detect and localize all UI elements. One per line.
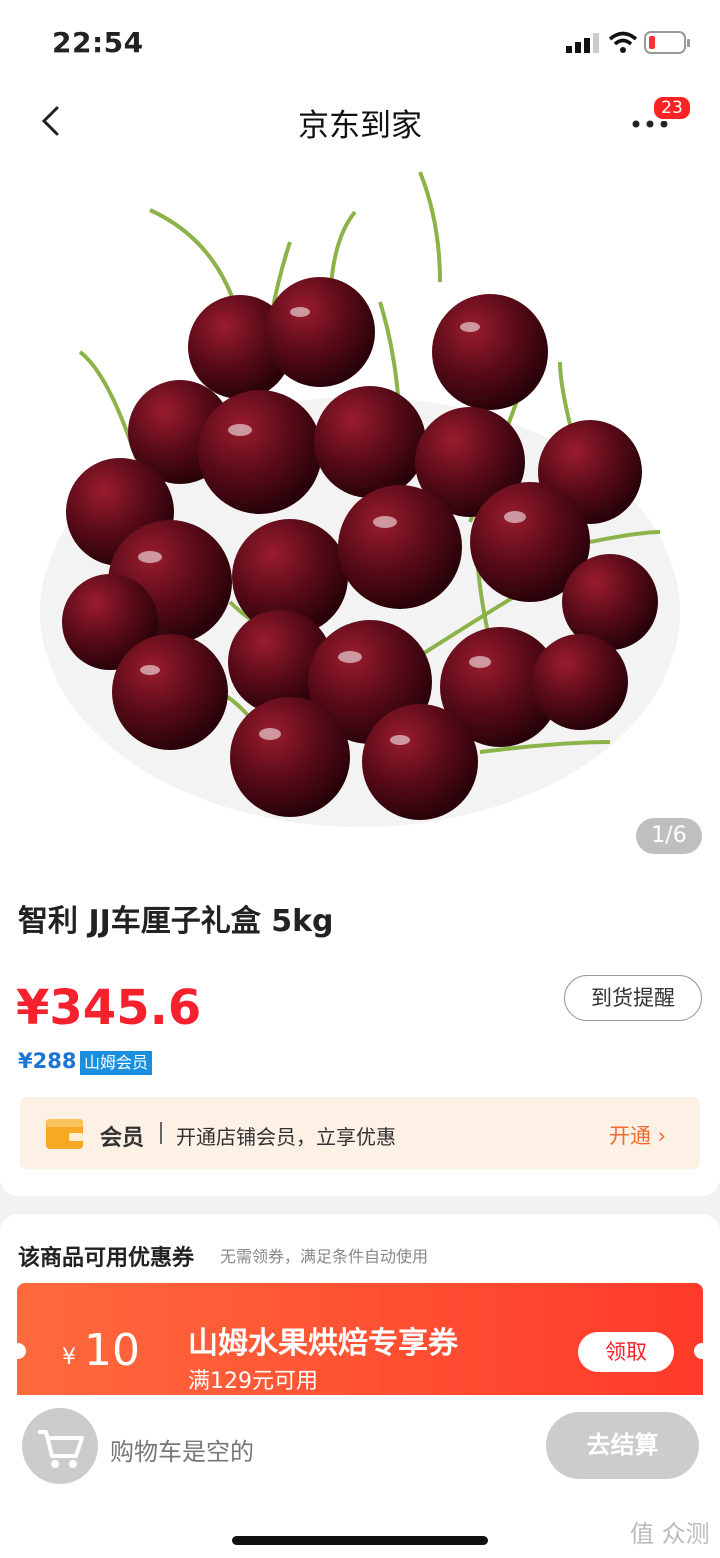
message-badge: 23 [652,95,692,121]
membership-label: 会员 [100,1126,145,1151]
product-title: 智利 JJ车厘子礼盒 5kg [18,904,334,939]
member-tag: 山姆会员 [80,1051,153,1075]
cart-icon [38,1430,84,1468]
coupon-amount: 10 [84,1325,140,1376]
page-title: 京东到家 [298,108,422,144]
watermark: 值 众测 [630,1520,710,1548]
cherries-image [40,171,680,827]
cart-button[interactable] [22,1408,98,1484]
wallet-icon [46,1119,83,1149]
claim-coupon-button[interactable]: 领取 [578,1332,674,1372]
signal-icon [566,33,599,53]
home-indicator [232,1536,488,1545]
open-membership-link[interactable]: 开通 › [609,1120,666,1150]
wifi-icon [608,31,638,53]
coupon-name: 山姆水果烘焙专享券 [188,1326,458,1361]
coupon-notch-right [694,1343,710,1359]
coupon-condition: 满129元可用 [188,1369,318,1394]
cart-empty-text: 购物车是空的 [110,1438,254,1466]
coupon-currency: ¥ [62,1345,76,1370]
image-counter: 1/6 [636,818,702,854]
product-image[interactable] [0,162,720,878]
checkout-button[interactable]: 去结算 [546,1412,699,1479]
member-price: ¥288 [18,1049,77,1073]
membership-divider [160,1122,162,1144]
battery-icon [644,31,690,54]
coupon-heading: 该商品可用优惠券 [18,1246,195,1271]
product-price: ¥345.6 [16,980,202,1036]
status-time: 22:54 [52,26,144,59]
membership-text: 开通店铺会员，立享优惠 [176,1125,396,1149]
coupon-notch-left [10,1343,26,1359]
restock-reminder-button[interactable]: 到货提醒 [564,975,702,1021]
coupon-subheading: 无需领券，满足条件自动使用 [220,1247,429,1266]
